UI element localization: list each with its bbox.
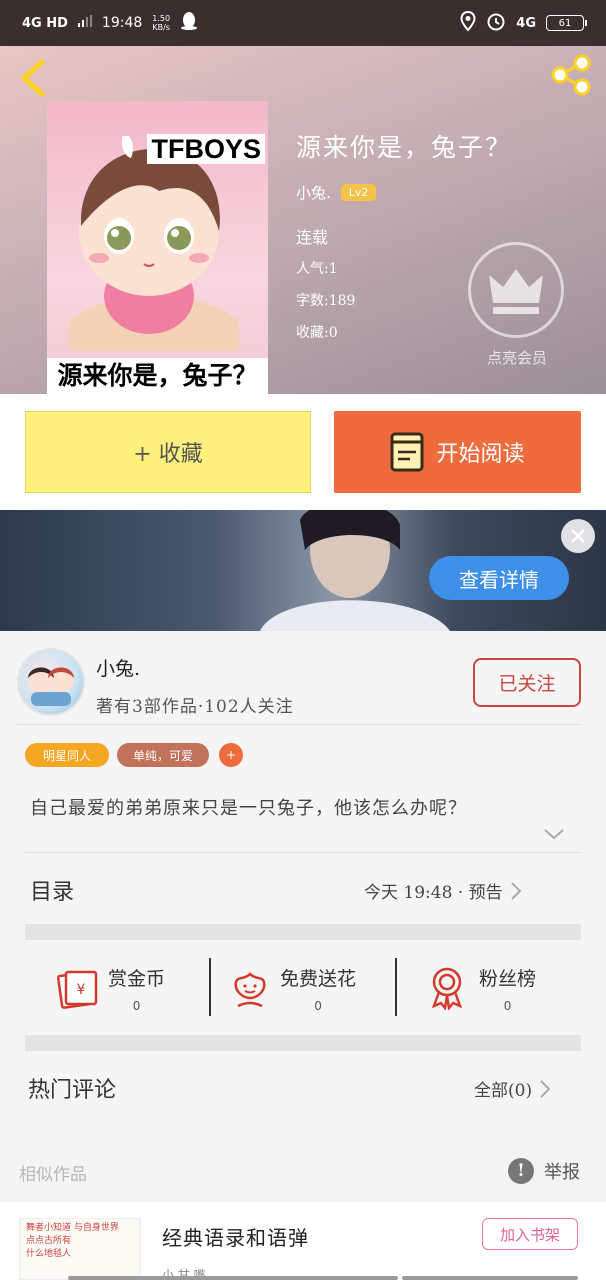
fans-count: 0 <box>503 998 512 1013</box>
network-right: 4G <box>516 15 536 31</box>
alarm-icon <box>486 11 506 35</box>
alert-icon: ! <box>508 1158 534 1184</box>
serial-status: 连载 <box>296 228 329 247</box>
medal-icon <box>431 967 463 1010</box>
clock: 19:48 <box>101 15 143 31</box>
vip-label: 点亮会员 <box>486 349 547 367</box>
start-reading-button[interactable]: 开始阅读 <box>334 411 581 493</box>
book-cover[interactable]: TFBOYS 源来你是，兔子？ <box>47 101 268 394</box>
back-arrow-icon <box>21 59 45 97</box>
catalog-entry[interactable]: 今天 19:48 · 预告 <box>364 878 523 903</box>
catalog-update: 今天 19:48 · 预告 <box>364 883 503 903</box>
banner-details-button[interactable]: 查看详情 <box>429 556 569 600</box>
battery-indicator: 61 <box>546 15 587 31</box>
chevron-right-icon <box>540 1079 551 1098</box>
avatar-image <box>28 667 74 706</box>
close-icon <box>571 529 585 543</box>
author-stats: 著有3部作品·102人关注 <box>96 697 294 717</box>
network-indicator: 4G HD <box>22 15 68 31</box>
tag-pure-cute[interactable]: 单纯，可爱 <box>117 743 209 767</box>
flower-count: 0 <box>314 998 322 1013</box>
author-line: 小兔. Lv2 <box>296 182 377 203</box>
scroll-indicator <box>68 1276 398 1280</box>
follow-button[interactable]: 已关注 <box>473 658 581 707</box>
flower-label: 免费送花 <box>280 967 357 990</box>
location-icon <box>460 10 476 35</box>
share-button[interactable] <box>548 52 594 98</box>
word-count: 字数:189 <box>296 293 356 309</box>
author-card-name[interactable]: 小兔. <box>96 654 140 681</box>
all-comments-link[interactable]: 全部(0) <box>474 1076 552 1101</box>
back-button[interactable] <box>16 58 50 97</box>
similar-work-thumbnail[interactable]: 舞者小知道 与自身世界 点点古所有 什么地毯人 <box>19 1218 141 1280</box>
share-icon <box>551 54 591 96</box>
reward-count: 0 <box>132 998 141 1013</box>
author-avatar[interactable] <box>17 648 85 716</box>
qq-icon <box>180 11 198 35</box>
status-bar: 4G HD 19:48 1.50 KB/s 4G 61 <box>0 0 606 46</box>
net-speed: 1.50 KB/s <box>152 14 171 32</box>
cover-illustration <box>69 136 239 351</box>
stat-separator <box>209 958 211 1016</box>
popularity: 人气:1 <box>296 261 338 277</box>
similar-works-label: 相似作品 <box>19 1165 87 1185</box>
cover-tag-text: TFBOYS <box>147 134 265 164</box>
chevron-right-icon <box>510 881 522 900</box>
favorites-count: 收藏:0 <box>296 325 338 341</box>
chevron-down-icon <box>544 829 564 840</box>
stat-separator <box>395 958 397 1016</box>
divider <box>25 852 581 853</box>
collect-button[interactable]: + 收藏 <box>25 411 311 493</box>
banner-close-button[interactable] <box>561 519 595 553</box>
add-tag-button[interactable]: + <box>219 743 243 767</box>
section-separator <box>25 1035 581 1051</box>
signal-icon <box>77 15 92 31</box>
vip-button[interactable] <box>468 242 564 338</box>
start-reading-label: 开始阅读 <box>436 442 525 467</box>
cover-caption: 源来你是，兔子？ <box>47 358 268 394</box>
author-name[interactable]: 小兔. <box>296 182 331 203</box>
report-button[interactable]: ! 举报 <box>508 1158 580 1184</box>
fans-label: 粉丝榜 <box>479 967 537 990</box>
reward-coins-button[interactable]: ¥ 赏金币 0 <box>54 960 165 1016</box>
book-title: 源来你是，兔子？ <box>296 133 513 162</box>
level-badge: Lv2 <box>340 184 377 201</box>
catalog-label: 目录 <box>30 880 75 905</box>
reward-label: 赏金币 <box>108 967 166 990</box>
hot-comments-label: 热门评论 <box>28 1078 117 1103</box>
similar-work-title[interactable]: 经典语录和语弹 <box>162 1222 309 1251</box>
section-separator <box>25 924 581 940</box>
expand-description-button[interactable] <box>543 826 565 842</box>
report-label: 举报 <box>544 1162 580 1183</box>
tag-idol-fanfic[interactable]: 明星同人 <box>25 743 109 767</box>
book-icon <box>390 432 424 472</box>
divider <box>17 724 581 725</box>
fans-ranking-button[interactable]: 粉丝榜 0 <box>427 960 536 1016</box>
send-flower-button[interactable]: 免费送花 0 <box>230 960 356 1016</box>
add-to-shelf-button[interactable]: 加入书架 <box>482 1218 578 1250</box>
crown-icon <box>489 269 543 314</box>
flower-icon <box>234 972 266 1008</box>
all-comments-label: 全部(0) <box>474 1081 533 1101</box>
red-envelope-icon: ¥ <box>56 970 98 1009</box>
svg-text:¥: ¥ <box>77 982 86 998</box>
scroll-indicator <box>402 1276 578 1280</box>
book-description: 自己最爱的弟弟原来只是一只兔子，他该怎么办呢？ <box>30 798 467 819</box>
